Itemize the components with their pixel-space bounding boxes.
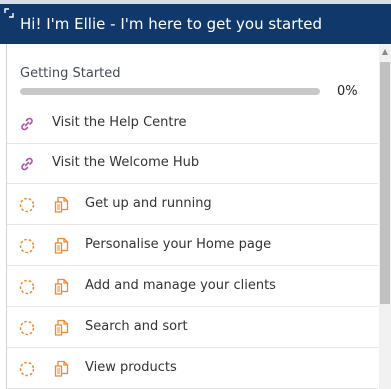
resize-icon[interactable] xyxy=(4,8,14,18)
checklist-item-get-up-and-running[interactable]: Get up and running xyxy=(7,185,378,225)
incomplete-status-icon xyxy=(19,361,35,377)
link-icon xyxy=(21,117,33,131)
incomplete-status-icon xyxy=(19,238,35,254)
checklist-item-label: Search and sort xyxy=(85,319,188,334)
scroll-up-arrow-icon[interactable]: ▲ xyxy=(380,46,390,58)
document-icon xyxy=(54,278,69,295)
document-icon xyxy=(54,237,69,254)
checklist-item-label: View products xyxy=(85,360,177,375)
scrollbar-thumb[interactable] xyxy=(380,62,390,304)
checklist-item-label: Get up and running xyxy=(85,196,212,211)
incomplete-status-icon xyxy=(19,197,35,213)
assistant-header: Hi! I'm Ellie - I'm here to get you star… xyxy=(0,4,391,44)
document-icon xyxy=(54,319,69,336)
checklist-item-label: Personalise your Home page xyxy=(85,237,272,252)
checklist-item-welcome-hub[interactable]: Visit the Welcome Hub xyxy=(7,144,378,184)
checklist-item-label: Visit the Help Centre xyxy=(52,115,187,130)
checklist-item-help-centre[interactable]: Visit the Help Centre xyxy=(7,104,378,144)
checklist-item-view-products[interactable]: View products xyxy=(7,349,378,389)
section-title: Getting Started xyxy=(20,66,121,81)
header-title: Hi! I'm Ellie - I'm here to get you star… xyxy=(20,15,323,33)
incomplete-status-icon xyxy=(19,279,35,295)
document-icon xyxy=(54,360,69,377)
checklist-item-search-and-sort[interactable]: Search and sort xyxy=(7,308,378,348)
checklist-item-label: Add and manage your clients xyxy=(85,278,276,293)
progress-label: 0% xyxy=(337,84,358,99)
checklist-item-label: Visit the Welcome Hub xyxy=(52,155,200,170)
incomplete-status-icon xyxy=(19,320,35,336)
document-icon xyxy=(54,196,69,213)
checklist-panel: Getting Started 0% Visit the Help Centre… xyxy=(6,44,383,389)
progress-bar xyxy=(20,88,320,95)
link-icon xyxy=(21,157,33,171)
checklist-item-manage-clients[interactable]: Add and manage your clients xyxy=(7,267,378,307)
checklist-item-personalise-home[interactable]: Personalise your Home page xyxy=(7,226,378,266)
